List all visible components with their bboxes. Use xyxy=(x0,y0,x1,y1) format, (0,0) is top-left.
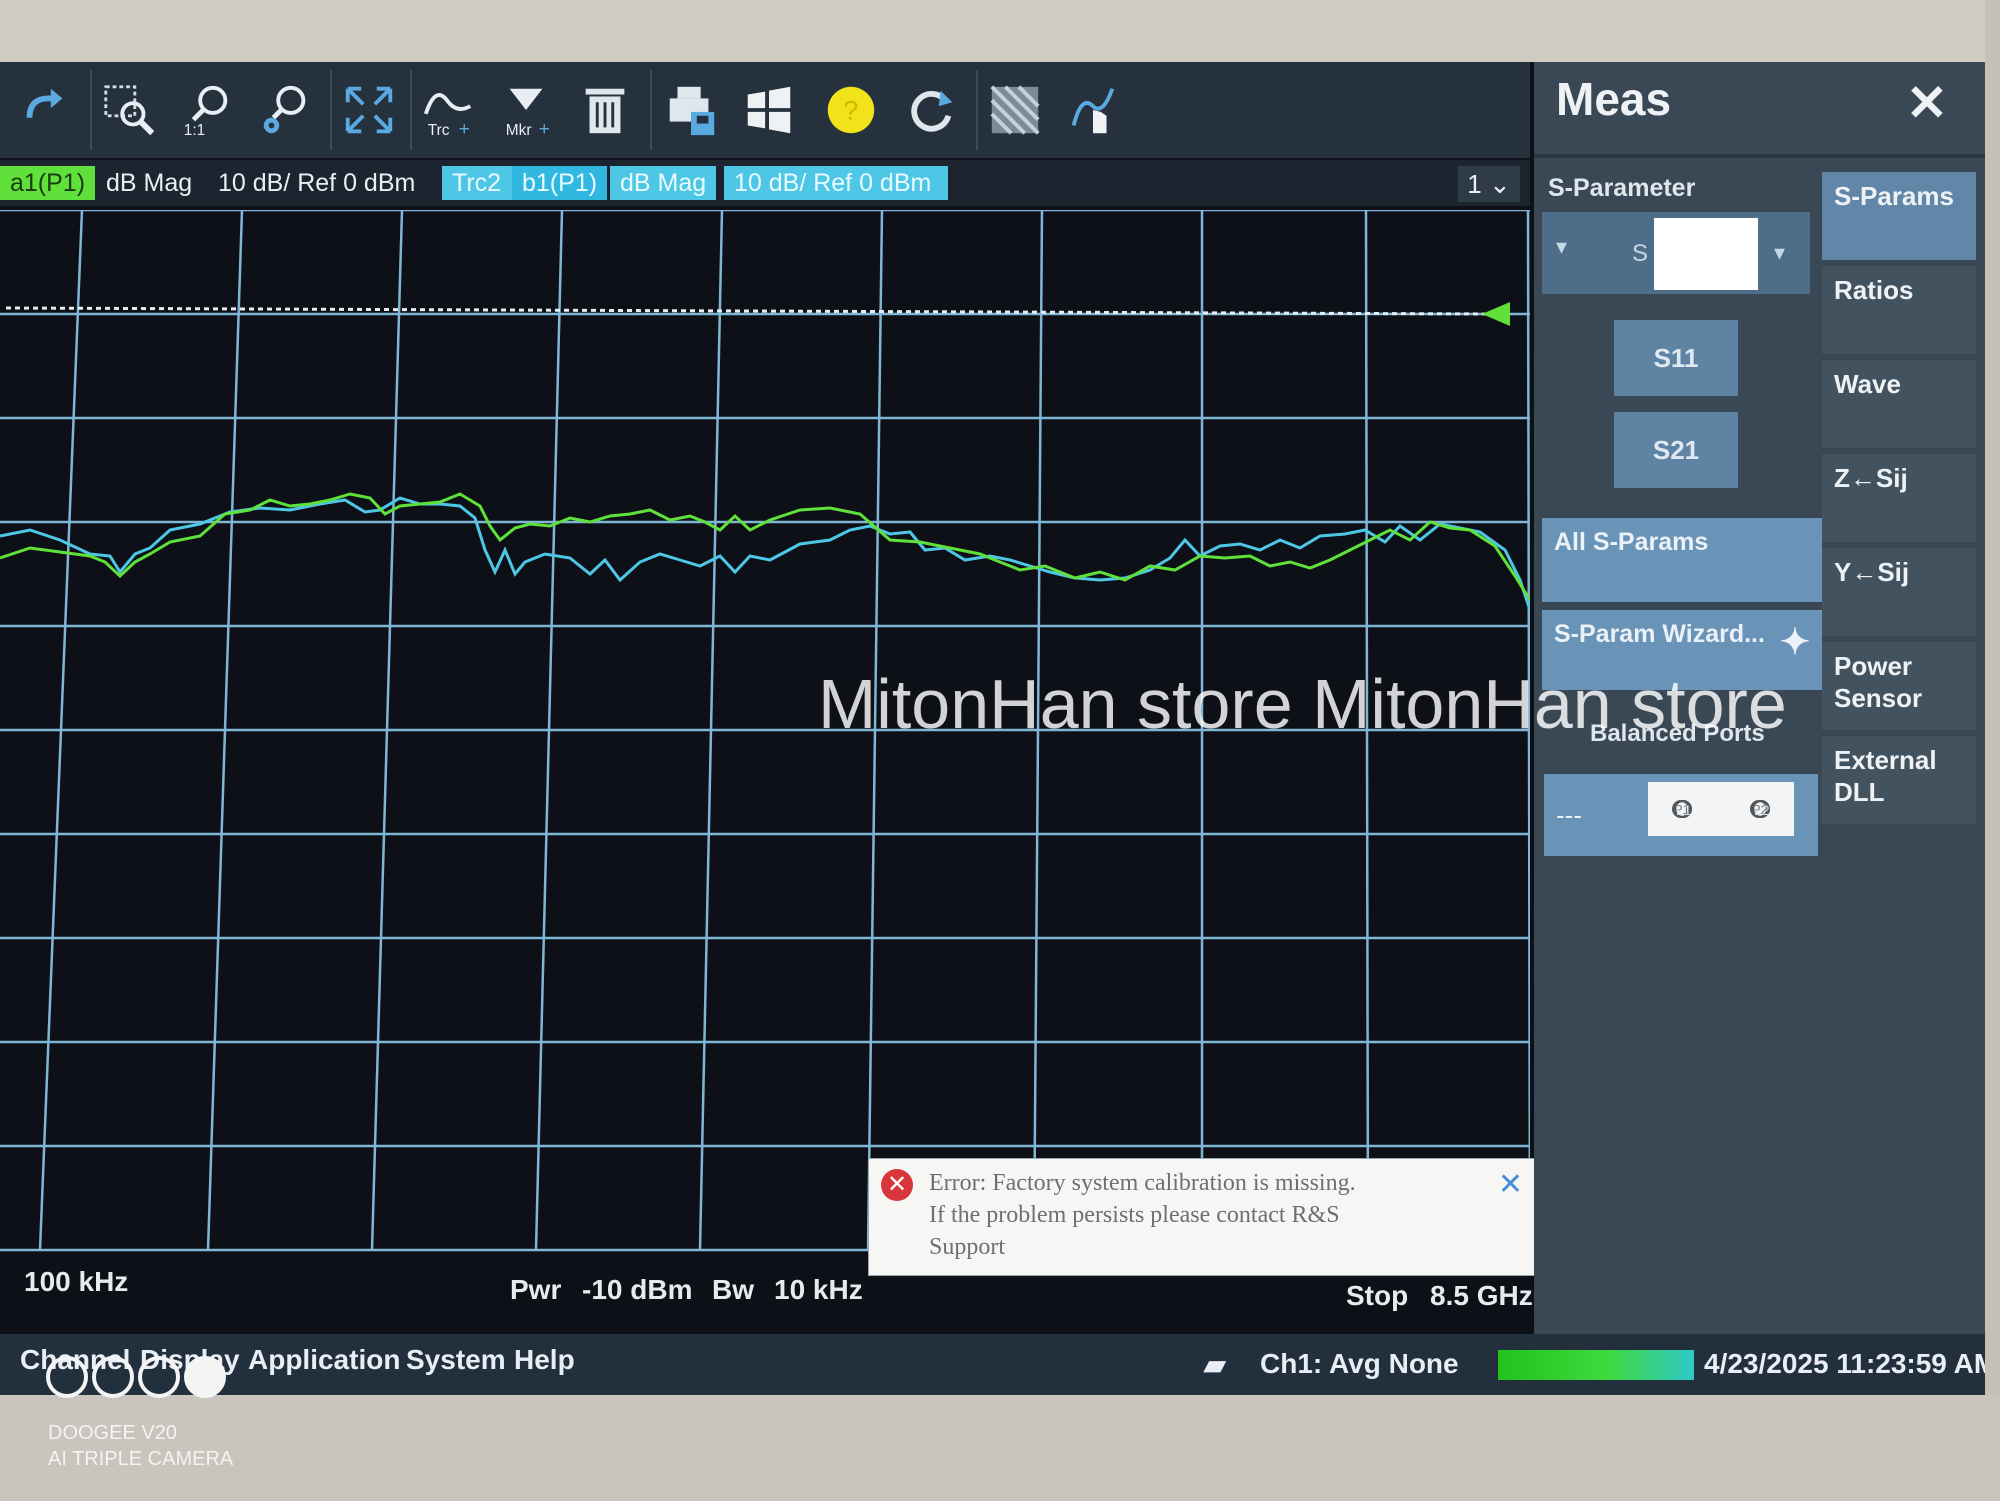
trace-info-row: a1(P1) dB Mag 10 dB/ Ref 0 dBm Trc2 b1(P… xyxy=(0,160,1530,206)
close-icon[interactable]: ✕ xyxy=(1498,1167,1523,1202)
add-marker-icon[interactable]: Mkr + xyxy=(490,72,564,148)
reference-level-marker-icon xyxy=(1482,302,1510,326)
wand-icon: ✦ xyxy=(1779,621,1810,662)
tab-y-sij[interactable]: Y←Sij xyxy=(1822,548,1976,636)
tab-wave[interactable]: Wave xyxy=(1822,360,1976,448)
datetime: 4/23/2025 11:23:59 AM xyxy=(1704,1348,1985,1379)
toolbar: 1:1 Trc + Mkr + ? xyxy=(0,62,1530,158)
channel-select[interactable]: 1 ⌄ xyxy=(1458,166,1520,202)
help-label: ? xyxy=(843,96,858,126)
close-icon[interactable]: ✕ xyxy=(1906,74,1948,132)
s-parameter-select[interactable]: ▾ S ▾ xyxy=(1542,212,1810,294)
add-marker-label: Mkr xyxy=(506,122,532,139)
refresh-icon[interactable] xyxy=(894,72,968,148)
trace1-scale-label[interactable]: 10 dB/ Ref 0 dBm xyxy=(208,166,425,200)
error-line-1: Error: Factory system calibration is mis… xyxy=(929,1170,1356,1196)
s-parameter-input[interactable] xyxy=(1654,218,1758,290)
s11-button[interactable]: S11 xyxy=(1614,320,1738,396)
touch-icon[interactable] xyxy=(1056,72,1130,148)
help-icon[interactable]: ? xyxy=(814,72,888,148)
menu-help[interactable]: Help xyxy=(514,1344,575,1376)
zoom-box-icon[interactable] xyxy=(92,72,166,148)
channel-select-value: 1 xyxy=(1467,169,1482,199)
camera-logo xyxy=(46,1356,236,1402)
port-config-dash: --- xyxy=(1556,800,1582,830)
chevron-down-icon[interactable]: ▾ xyxy=(1774,240,1785,266)
tab-ratios[interactable]: Ratios xyxy=(1822,266,1976,354)
camera-watermark: DOOGEE V20 AI TRIPLE CAMERA xyxy=(48,1420,233,1472)
print-save-icon[interactable] xyxy=(654,72,728,148)
undo-icon[interactable] xyxy=(8,72,82,148)
delete-icon[interactable] xyxy=(568,72,642,148)
message-icon[interactable]: ▰ xyxy=(1204,1348,1226,1381)
line-1-label: L1 xyxy=(1674,800,1692,818)
menu-system[interactable]: System xyxy=(406,1344,506,1376)
stop-label: Stop xyxy=(1346,1280,1409,1311)
camera-model: DOOGEE V20 xyxy=(48,1422,177,1444)
section-label: S-Parameter xyxy=(1548,174,1696,202)
svg-text:+: + xyxy=(539,119,550,139)
start-frequency[interactable]: 100 kHz xyxy=(24,1266,128,1298)
tab-z-sij[interactable]: Z←Sij xyxy=(1822,454,1976,542)
chevron-down-icon: ⌄ xyxy=(1481,169,1511,199)
zoom-settings-icon[interactable] xyxy=(248,72,322,148)
port-diagram: P1 P2 L1 L2 xyxy=(1648,782,1794,836)
meas-panel-title: Meas xyxy=(1556,73,1672,125)
error-line-3: Support xyxy=(929,1234,1006,1260)
zoom-1to1-label: 1:1 xyxy=(184,122,205,139)
tab-power-sensor[interactable]: Power Sensor xyxy=(1822,642,1976,730)
trace1-meas-label[interactable]: a1(P1) xyxy=(0,166,96,200)
power-label: Pwr xyxy=(510,1274,562,1305)
trace2-meas-label[interactable]: b1(P1) xyxy=(512,166,608,200)
s-label: S xyxy=(1632,240,1649,267)
line-2-label: L2 xyxy=(1752,800,1770,818)
chevron-down-icon[interactable]: ▾ xyxy=(1556,234,1567,260)
monitor-bezel-right xyxy=(1985,0,2000,1501)
fullscreen-icon[interactable] xyxy=(332,72,406,148)
watermark-text: MitonHan store MitonHan store xyxy=(818,665,1787,743)
power-value[interactable]: -10 dBm xyxy=(582,1274,692,1306)
camera-type: AI TRIPLE CAMERA xyxy=(48,1448,234,1470)
error-notification[interactable]: ✕ Error: Factory system calibration is m… xyxy=(868,1158,1536,1276)
windows-icon[interactable] xyxy=(732,72,806,148)
zoom-1to1-icon[interactable]: 1:1 xyxy=(170,72,244,148)
activity-meter xyxy=(1498,1350,1694,1380)
tab-s-params[interactable]: S-Params xyxy=(1822,172,1976,260)
stop-frequency[interactable]: 8.5 GHz xyxy=(1430,1280,1533,1312)
bandwidth-label: Bw xyxy=(712,1274,754,1305)
status-bar: Channel Display Application System Help … xyxy=(0,1334,1985,1395)
menu-application[interactable]: Application xyxy=(248,1344,400,1376)
bandwidth-value[interactable]: 10 kHz xyxy=(774,1274,863,1306)
trace2-scale-label[interactable]: 10 dB/ Ref 0 dBm xyxy=(724,166,948,200)
monitor-bezel-bottom xyxy=(0,1395,2000,1501)
sparam-wizard-label: S-Param Wizard... xyxy=(1554,620,1765,648)
svg-text:+: + xyxy=(459,119,470,139)
screen-icon[interactable] xyxy=(978,72,1052,148)
monitor-bezel-top xyxy=(0,0,2000,62)
balanced-port-config[interactable]: --- P1 P2 L1 L2 xyxy=(1544,774,1818,856)
error-icon: ✕ xyxy=(881,1169,913,1201)
trace2-format-label[interactable]: dB Mag xyxy=(610,166,717,200)
error-line-2: If the problem persists please contact R… xyxy=(929,1202,1340,1228)
add-trace-icon[interactable]: Trc + xyxy=(412,72,486,148)
tab-external-dll[interactable]: External DLL xyxy=(1822,736,1976,824)
add-trace-label: Trc xyxy=(428,122,450,139)
all-sparams-button[interactable]: All S-Params xyxy=(1542,518,1822,602)
trace1-format-label[interactable]: dB Mag xyxy=(96,166,202,200)
error-message: Error: Factory system calibration is mis… xyxy=(929,1167,1489,1263)
channel-status[interactable]: Ch1: Avg None xyxy=(1260,1348,1459,1380)
s21-button[interactable]: S21 xyxy=(1614,412,1738,488)
panel-divider xyxy=(1534,154,1985,158)
toolbar-separator xyxy=(650,70,652,150)
